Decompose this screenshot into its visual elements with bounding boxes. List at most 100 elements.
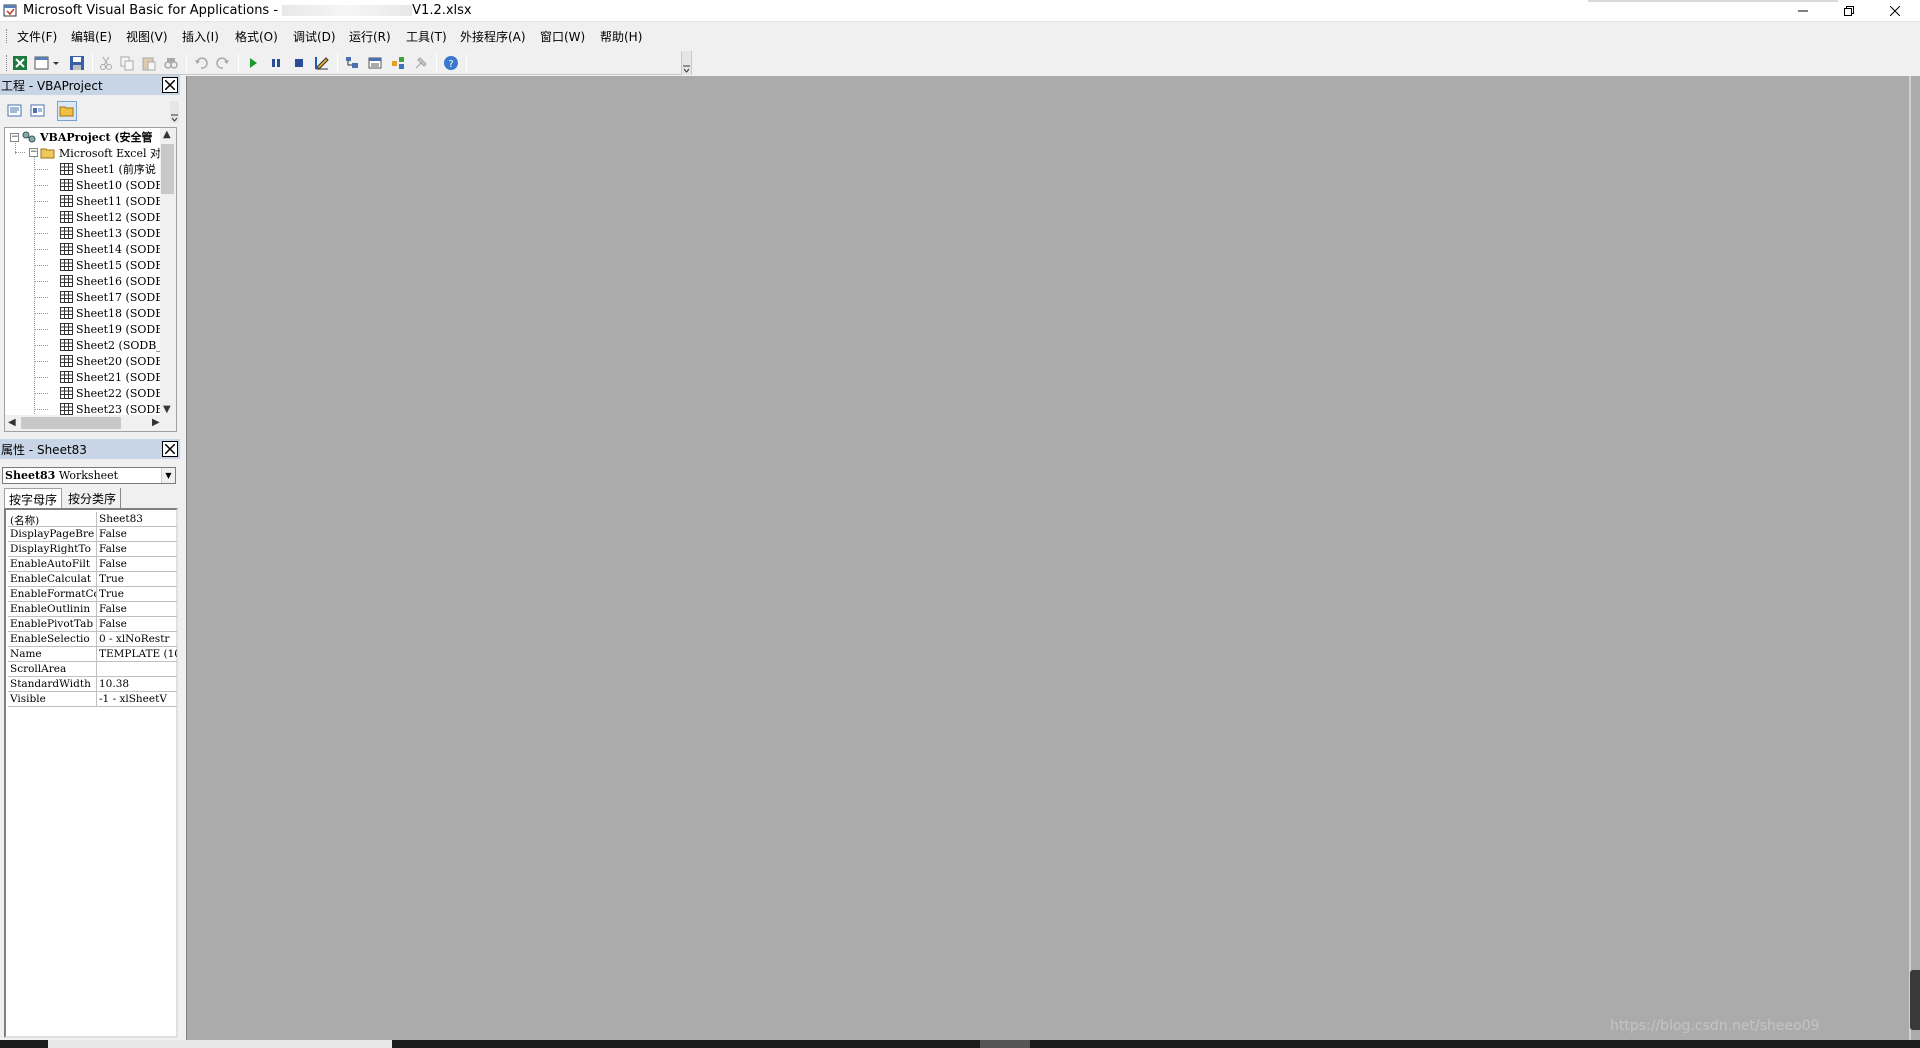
taskbar-item[interactable] [980, 1040, 1030, 1048]
run-button[interactable] [244, 54, 262, 72]
tree-item-sheet[interactable]: Sheet15 (SODB_ [60, 257, 169, 273]
scroll-right-arrow-icon[interactable]: ▶ [152, 417, 160, 428]
tree-item-sheet[interactable]: Sheet1 (前序说 [60, 161, 156, 177]
side-widget-tab[interactable] [1910, 970, 1920, 1030]
tree-item-sheet[interactable]: Sheet17 (SODB_ [60, 289, 169, 305]
view-code-button[interactable] [5, 101, 25, 121]
minimize-button[interactable] [1780, 0, 1826, 22]
menu-run[interactable]: 运行(R) [349, 28, 391, 45]
save-button[interactable] [68, 54, 86, 72]
property-row[interactable]: Visible -1 - xlSheetV [8, 692, 177, 707]
property-value[interactable]: False [99, 543, 177, 555]
view-excel-button[interactable] [11, 54, 29, 72]
tree-item-sheet[interactable]: Sheet16 (SODB_ [60, 273, 169, 289]
tree-item-sheet[interactable]: Sheet20 (SODB_ [60, 353, 169, 369]
properties-window-button[interactable] [366, 54, 384, 72]
design-mode-button[interactable] [313, 54, 331, 72]
property-value[interactable]: True [99, 573, 177, 585]
properties-panel-header[interactable]: 属性 - Sheet83 [0, 439, 180, 459]
taskbar-item[interactable] [48, 1040, 392, 1048]
project-explorer-button[interactable] [343, 54, 361, 72]
project-panel-header[interactable]: 工程 - VBAProject [0, 75, 180, 95]
property-row[interactable]: EnableFormatCo True [8, 587, 177, 602]
undo-button[interactable] [192, 54, 210, 72]
project-panel-close-button[interactable] [162, 77, 178, 93]
menu-grip[interactable] [6, 29, 9, 43]
property-row[interactable]: (名称) Sheet83 [8, 512, 177, 527]
property-row[interactable]: EnableCalculat True [8, 572, 177, 587]
paste-button[interactable] [140, 54, 158, 72]
tree-horizontal-scrollbar[interactable]: ◀ ▶ [5, 415, 176, 431]
property-row[interactable]: EnableSelectio 0 - xlNoRestr [8, 632, 177, 647]
menu-addins[interactable]: 外接程序(A) [460, 28, 526, 45]
tree-item-sheet[interactable]: Sheet14 (SODB_ [60, 241, 169, 257]
tree-vscroll-thumb[interactable] [161, 144, 174, 194]
tree-item-sheet[interactable]: Sheet2 (SODB_E [60, 337, 170, 353]
scroll-down-arrow-icon[interactable]: ▼ [163, 404, 171, 415]
tree-hscroll-thumb[interactable] [21, 417, 121, 429]
menu-help[interactable]: 帮助(H) [600, 28, 642, 45]
title-bar[interactable]: Microsoft Visual Basic for Applications … [0, 0, 1920, 22]
property-row[interactable]: DisplayPageBre False [8, 527, 177, 542]
reset-button[interactable] [290, 54, 308, 72]
menu-view[interactable]: 视图(V) [126, 28, 168, 45]
menu-format[interactable]: 格式(O) [235, 28, 278, 45]
property-value[interactable]: False [99, 603, 177, 615]
properties-panel-close-button[interactable] [162, 441, 178, 457]
help-button[interactable]: ? [442, 54, 460, 72]
scroll-up-arrow-icon[interactable]: ▲ [163, 129, 171, 140]
property-row[interactable]: EnableOutlinin False [8, 602, 177, 617]
insert-userform-button[interactable] [33, 54, 61, 72]
menu-debug[interactable]: 调试(D) [293, 28, 336, 45]
menu-edit[interactable]: 编辑(E) [71, 28, 112, 45]
menu-insert[interactable]: 插入(I) [182, 28, 219, 45]
collapse-root-toggle[interactable]: − [10, 133, 19, 142]
find-button[interactable] [162, 54, 180, 72]
tree-item-sheet[interactable]: Sheet19 (SODB_ [60, 321, 169, 337]
menu-window[interactable]: 窗口(W) [540, 28, 585, 45]
property-value[interactable]: TEMPLATE (10) [99, 648, 177, 660]
chevron-down-icon[interactable]: ▼ [161, 468, 175, 483]
tree-item-sheet[interactable]: Sheet13 (SODB_ [60, 225, 169, 241]
object-browser-button[interactable] [389, 54, 407, 72]
property-row[interactable]: EnablePivotTab False [8, 617, 177, 632]
close-button[interactable] [1872, 0, 1918, 22]
toolbar-grip[interactable] [6, 55, 9, 71]
tree-node-excel-objects-folder[interactable]: Microsoft Excel 对 [40, 145, 161, 161]
tree-item-sheet[interactable]: Sheet10 (SODB_ [60, 177, 169, 193]
copy-button[interactable] [118, 54, 136, 72]
project-tree[interactable]: − VBAProject (安全管 − Microsoft Excel 对 Sh… [4, 127, 177, 432]
project-toolbar-overflow[interactable] [170, 101, 179, 123]
property-row[interactable]: DisplayRightTo False [8, 542, 177, 557]
mdi-client-area[interactable] [186, 76, 1920, 1040]
view-object-button[interactable] [28, 101, 48, 121]
property-value[interactable]: 0 - xlNoRestr [99, 633, 177, 645]
property-value[interactable]: True [99, 588, 177, 600]
restore-button[interactable] [1826, 0, 1872, 22]
property-row[interactable]: EnableAutoFilt False [8, 557, 177, 572]
property-value[interactable]: -1 - xlSheetV [99, 693, 177, 705]
tab-categorized[interactable]: 按分类序 [64, 488, 122, 508]
redo-button[interactable] [214, 54, 232, 72]
break-button[interactable] [267, 54, 285, 72]
toolbar-options-dropdown[interactable] [681, 51, 691, 75]
toggle-folders-button[interactable] [57, 101, 77, 121]
menu-tools[interactable]: 工具(T) [406, 28, 447, 45]
menu-file[interactable]: 文件(F) [17, 28, 57, 45]
tab-alphabetic[interactable]: 按字母序 [4, 488, 63, 508]
property-value[interactable]: False [99, 618, 177, 630]
tree-item-sheet[interactable]: Sheet22 (SODB_ [60, 385, 169, 401]
property-row[interactable]: ScrollArea [8, 662, 177, 677]
tree-vertical-scrollbar[interactable]: ▲ ▼ [160, 128, 176, 416]
tree-node-vbaproject[interactable]: VBAProject (安全管 [21, 129, 153, 145]
property-row[interactable]: Name TEMPLATE (10) [8, 647, 177, 662]
tree-item-sheet[interactable]: Sheet12 (SODB_ [60, 209, 169, 225]
property-value[interactable]: False [99, 558, 177, 570]
collapse-folder-toggle[interactable]: − [29, 148, 38, 157]
property-value[interactable]: 10.38 [99, 678, 177, 690]
toolbox-button[interactable] [412, 54, 430, 72]
property-value[interactable]: Sheet83 [99, 513, 177, 525]
tree-item-sheet[interactable]: Sheet21 (SODB_ [60, 369, 169, 385]
property-value[interactable]: False [99, 528, 177, 540]
property-row[interactable]: StandardWidth 10.38 [8, 677, 177, 692]
